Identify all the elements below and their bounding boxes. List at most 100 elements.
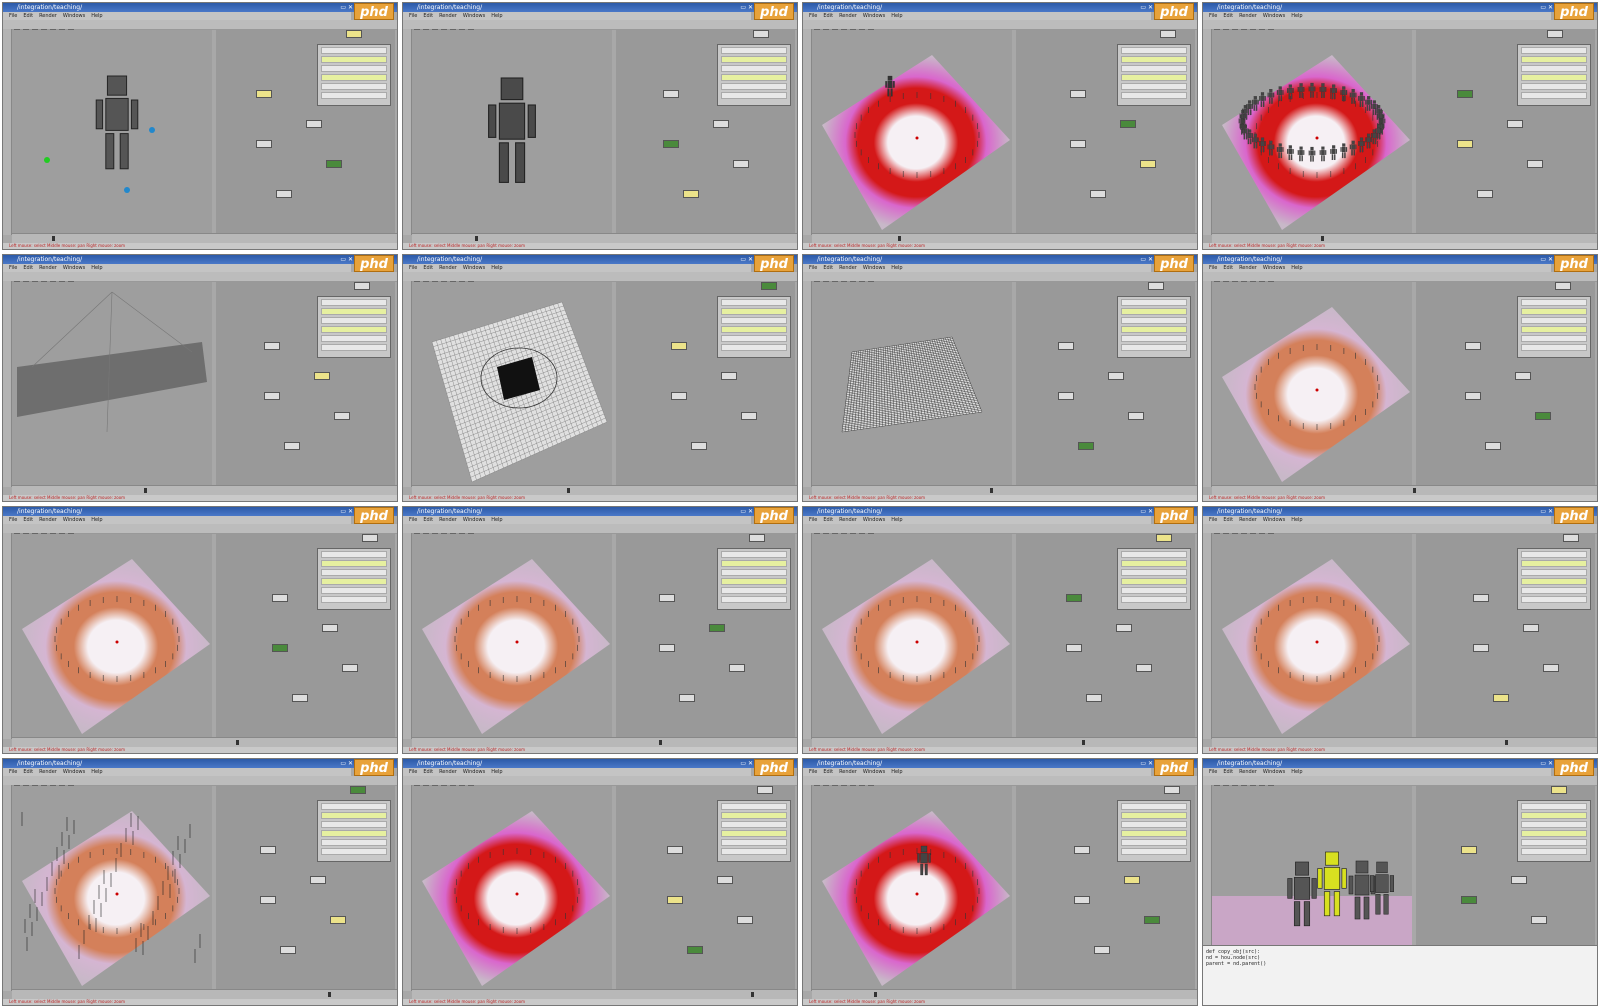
menu-item[interactable]: File (409, 769, 417, 775)
param-field[interactable] (721, 569, 787, 576)
param-field[interactable] (721, 92, 787, 99)
python-shell[interactable]: def copy_obj(src): nd = hou.node(src) pa… (1203, 945, 1597, 1005)
network-node[interactable] (709, 624, 725, 632)
param-field[interactable] (321, 65, 387, 72)
network-node[interactable] (1148, 282, 1164, 290)
menu-item[interactable]: Render (1239, 517, 1257, 523)
network-node[interactable] (1457, 140, 1473, 148)
param-field[interactable] (721, 83, 787, 90)
parameter-panel[interactable] (717, 800, 791, 862)
param-field[interactable] (1121, 560, 1187, 567)
network-node[interactable] (663, 140, 679, 148)
param-field[interactable] (1121, 569, 1187, 576)
window-controls[interactable]: ▭ ✕ (1540, 760, 1553, 767)
menu-bar[interactable]: File Edit Render Windows Help (803, 768, 1151, 776)
scene-viewport[interactable] (412, 282, 612, 485)
toolbar[interactable] (803, 20, 1197, 35)
timeline-cursor[interactable] (1082, 740, 1085, 745)
network-node[interactable] (1078, 442, 1094, 450)
network-node[interactable] (306, 120, 322, 128)
param-field[interactable] (1121, 821, 1187, 828)
param-field[interactable] (1121, 83, 1187, 90)
network-node[interactable] (310, 876, 326, 884)
param-field[interactable] (321, 344, 387, 351)
menu-bar[interactable]: File Edit Render Windows Help (403, 12, 751, 20)
parameter-panel[interactable] (717, 44, 791, 106)
menu-item[interactable]: Windows (863, 265, 885, 271)
menu-item[interactable]: Render (1239, 769, 1257, 775)
param-field[interactable] (1521, 56, 1587, 63)
scene-viewport[interactable] (12, 282, 212, 485)
menu-bar[interactable]: File Edit Render Windows Help (3, 516, 351, 524)
param-field[interactable] (721, 65, 787, 72)
network-node[interactable] (1140, 160, 1156, 168)
network-node[interactable] (687, 946, 703, 954)
menu-item[interactable]: Windows (463, 769, 485, 775)
menu-item[interactable]: Render (39, 265, 57, 271)
menu-item[interactable]: Windows (1263, 769, 1285, 775)
network-editor[interactable] (616, 30, 795, 233)
parameter-panel[interactable] (1517, 296, 1591, 358)
param-field[interactable] (1521, 74, 1587, 81)
parameter-panel[interactable] (1517, 548, 1591, 610)
tool-shelf[interactable] (403, 785, 412, 991)
param-field[interactable] (721, 551, 787, 558)
menu-bar[interactable]: File Edit Render Windows Help (803, 12, 1151, 20)
toolbar[interactable] (403, 776, 797, 791)
param-field[interactable] (321, 47, 387, 54)
toolbar[interactable] (403, 20, 797, 35)
network-editor[interactable] (1016, 534, 1195, 737)
param-field[interactable] (1521, 65, 1587, 72)
param-field[interactable] (321, 839, 387, 846)
network-node[interactable] (1547, 30, 1563, 38)
param-field[interactable] (1121, 839, 1187, 846)
scene-viewport[interactable] (412, 30, 612, 233)
timeline-cursor[interactable] (144, 488, 147, 493)
param-field[interactable] (1121, 587, 1187, 594)
menu-item[interactable]: Edit (23, 265, 33, 271)
tool-shelf[interactable] (3, 281, 12, 487)
network-node[interactable] (1066, 644, 1082, 652)
toolbar[interactable] (3, 524, 397, 539)
param-field[interactable] (321, 848, 387, 855)
menu-item[interactable]: Help (91, 265, 102, 271)
network-node[interactable] (667, 896, 683, 904)
window-controls[interactable]: ▭ ✕ (740, 256, 753, 263)
scene-viewport[interactable] (12, 534, 212, 737)
network-editor[interactable] (1416, 30, 1595, 233)
menu-item[interactable]: File (809, 265, 817, 271)
timeline-bar[interactable] (812, 233, 1197, 243)
menu-item[interactable]: Help (891, 13, 902, 19)
network-node[interactable] (1066, 594, 1082, 602)
timeline-bar[interactable] (12, 989, 397, 999)
network-node[interactable] (1164, 786, 1180, 794)
network-node[interactable] (276, 190, 292, 198)
network-node[interactable] (1156, 534, 1172, 542)
network-node[interactable] (1116, 624, 1132, 632)
toolbar[interactable] (3, 272, 397, 287)
parameter-panel[interactable] (717, 548, 791, 610)
scene-viewport[interactable] (812, 786, 1012, 989)
network-editor[interactable] (1016, 30, 1195, 233)
network-node[interactable] (314, 372, 330, 380)
param-field[interactable] (1521, 299, 1587, 306)
param-field[interactable] (321, 335, 387, 342)
network-node[interactable] (663, 90, 679, 98)
network-node[interactable] (1515, 372, 1531, 380)
menu-item[interactable]: Help (1291, 769, 1302, 775)
param-field[interactable] (321, 56, 387, 63)
network-node[interactable] (1523, 624, 1539, 632)
menu-item[interactable]: Windows (63, 265, 85, 271)
toolbar[interactable] (803, 524, 1197, 539)
scene-viewport[interactable] (812, 534, 1012, 737)
window-controls[interactable]: ▭ ✕ (1140, 256, 1153, 263)
menu-bar[interactable]: File Edit Render Windows Help (403, 768, 751, 776)
param-field[interactable] (1121, 848, 1187, 855)
param-field[interactable] (721, 335, 787, 342)
parameter-panel[interactable] (1117, 800, 1191, 862)
timeline-cursor[interactable] (874, 992, 877, 997)
timeline-cursor[interactable] (990, 488, 993, 493)
toolbar[interactable] (1203, 272, 1597, 287)
menu-item[interactable]: File (809, 517, 817, 523)
timeline-bar[interactable] (1212, 737, 1597, 747)
